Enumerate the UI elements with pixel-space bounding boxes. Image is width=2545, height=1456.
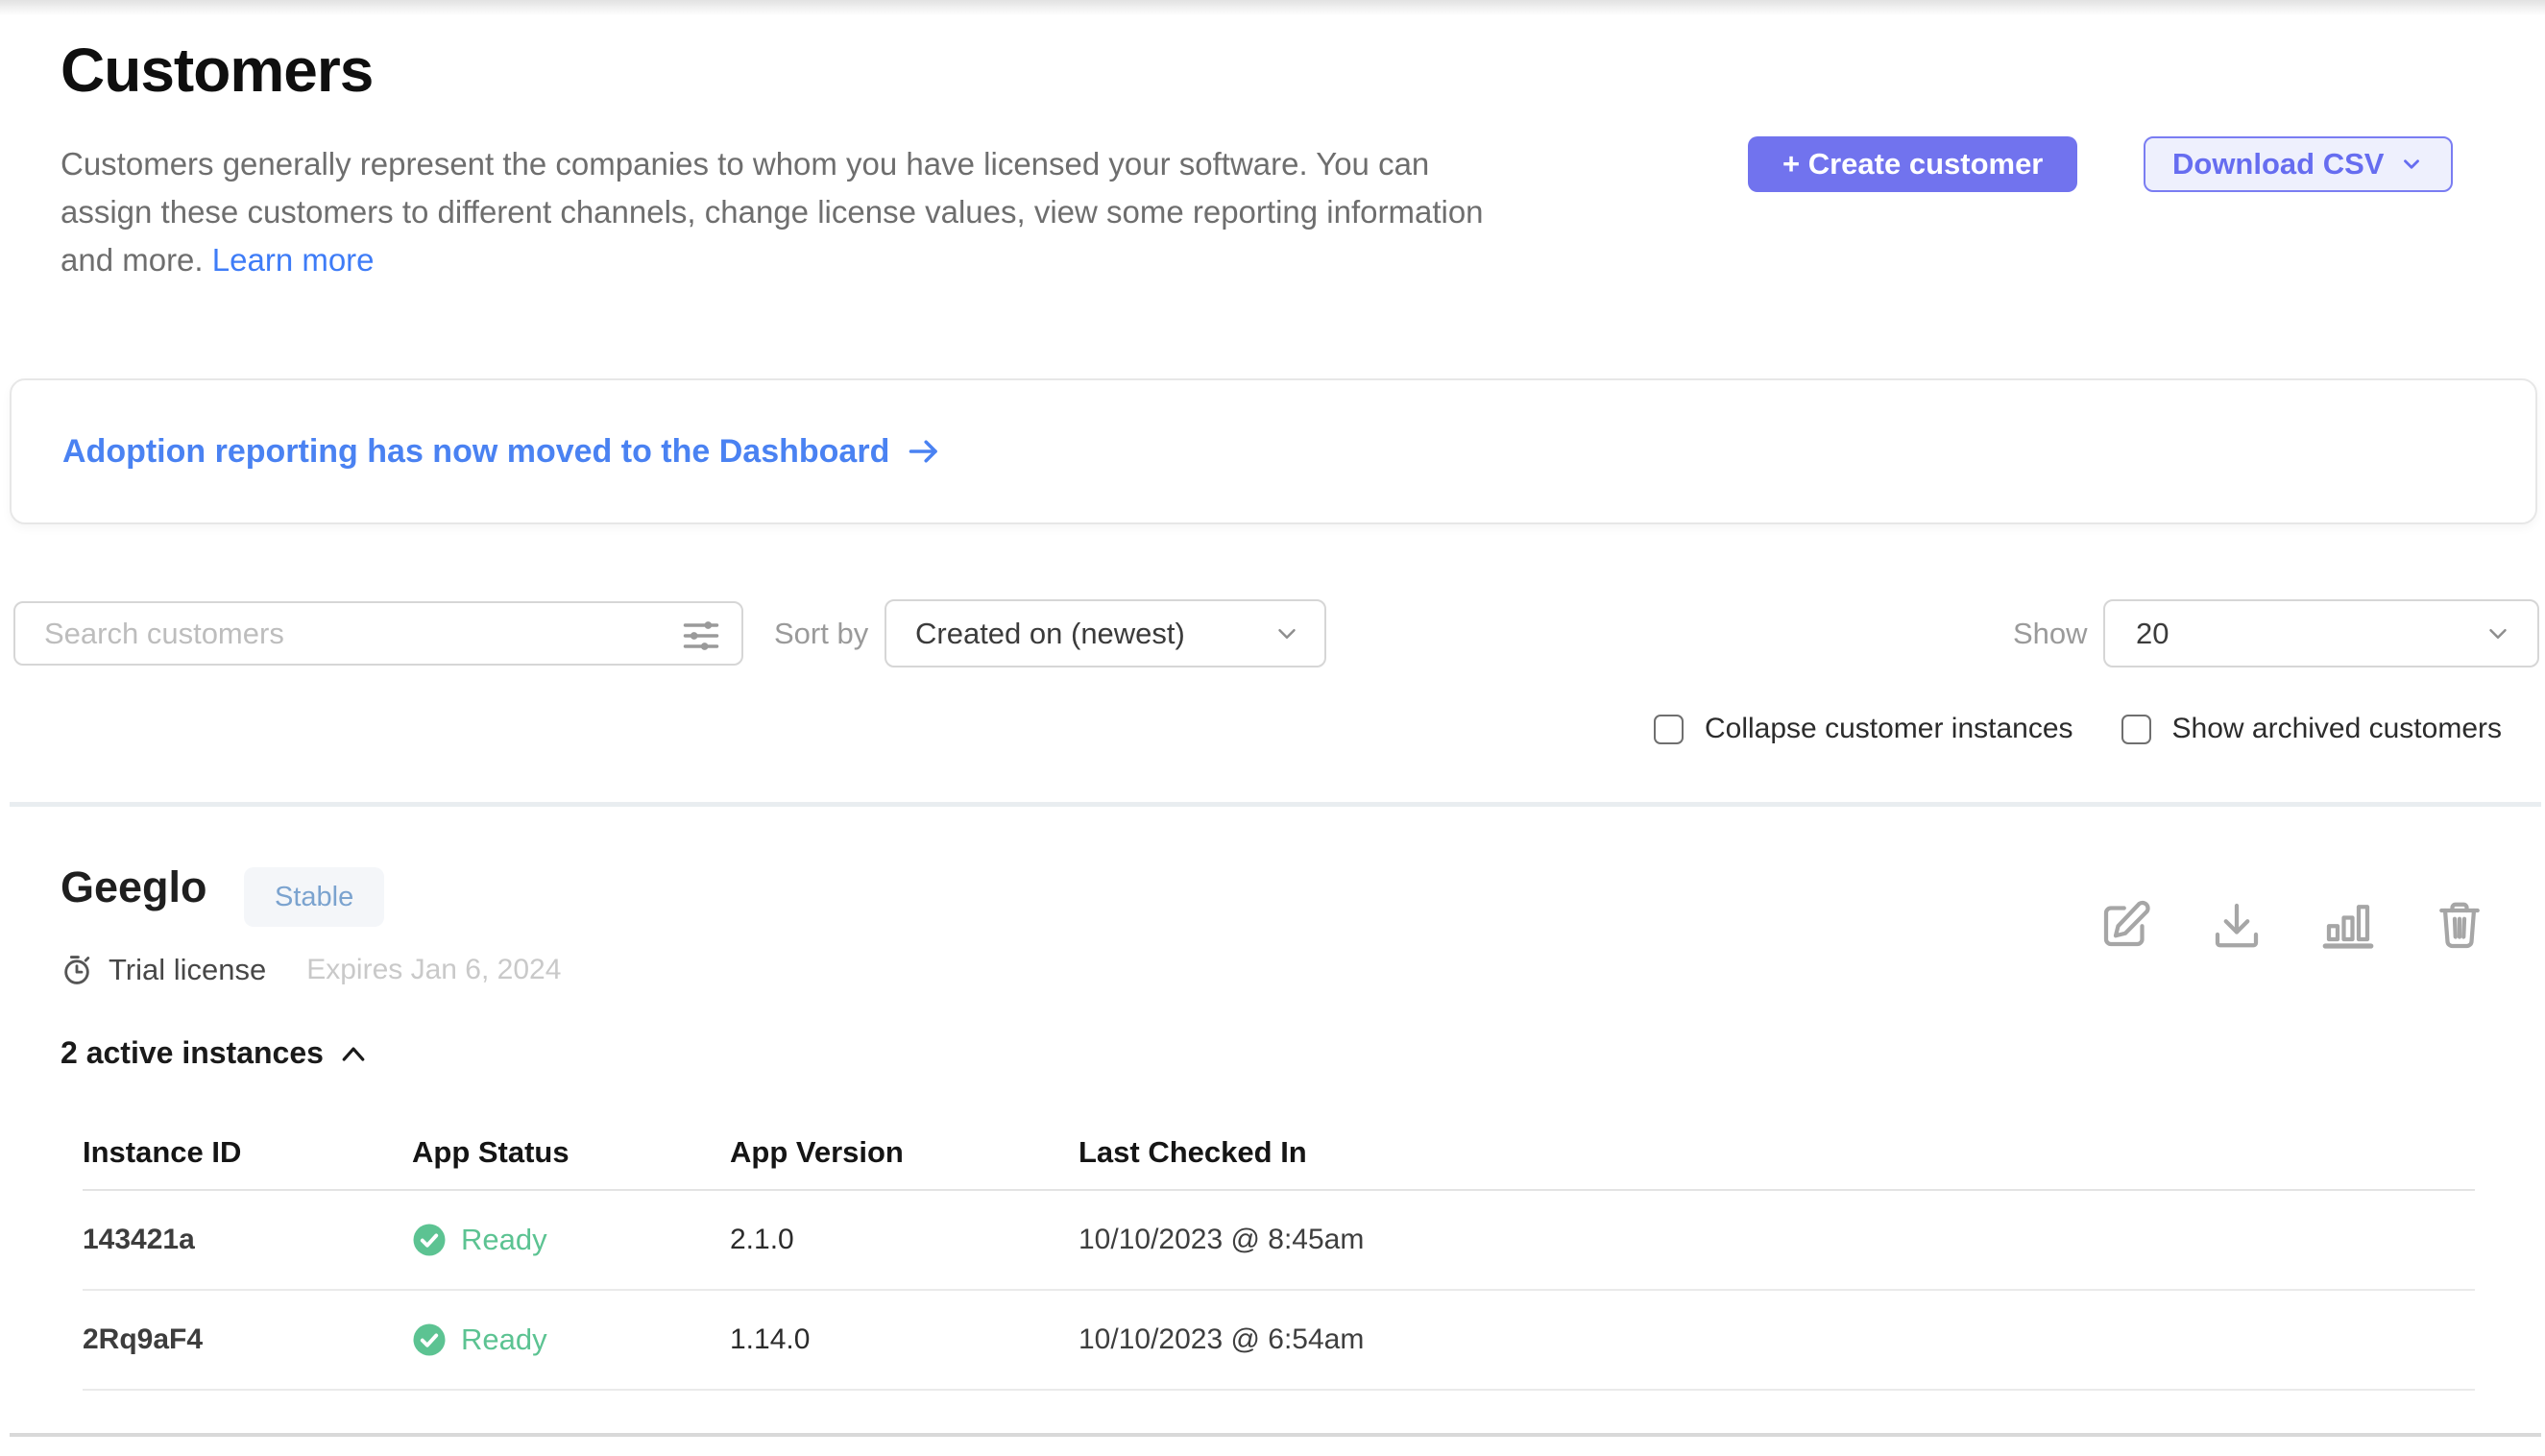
collapse-instances-label: Collapse customer instances bbox=[1705, 713, 2073, 745]
col-header-app-status: App Status bbox=[412, 1135, 730, 1170]
last-checked-in: 10/10/2023 @ 8:45am bbox=[1079, 1224, 2475, 1256]
table-header-row: Instance ID App Status App Version Last … bbox=[83, 1116, 2475, 1191]
instance-id: 143421a bbox=[83, 1224, 412, 1256]
instance-id: 2Rq9aF4 bbox=[83, 1323, 412, 1356]
show-select[interactable]: 20 bbox=[2103, 599, 2539, 667]
check-circle-icon bbox=[412, 1223, 447, 1257]
sort-by-label: Sort by bbox=[774, 601, 868, 666]
show-selected-value: 20 bbox=[2136, 617, 2169, 651]
collapse-instances-option[interactable]: Collapse customer instances bbox=[1654, 713, 2073, 745]
create-customer-label: + Create customer bbox=[1782, 147, 2043, 182]
page-title: Customers bbox=[61, 35, 373, 106]
channel-badge[interactable]: Stable bbox=[244, 867, 384, 927]
last-checked-in: 10/10/2023 @ 6:54am bbox=[1079, 1323, 2475, 1356]
chevron-down-icon bbox=[2399, 152, 2424, 177]
adoption-reporting-text: Adoption reporting has now moved to the … bbox=[62, 433, 889, 471]
app-status-text: Ready bbox=[461, 1223, 547, 1257]
section-divider bbox=[10, 802, 2541, 807]
collapse-instances-checkbox[interactable] bbox=[1654, 715, 1684, 744]
instances-toggle[interactable]: 2 active instances bbox=[61, 1035, 368, 1071]
license-row: Trial license Expires Jan 6, 2024 bbox=[61, 953, 561, 987]
arrow-right-icon bbox=[907, 434, 941, 469]
app-status-cell: Ready bbox=[412, 1323, 730, 1357]
adoption-reporting-banner: Adoption reporting has now moved to the … bbox=[10, 378, 2537, 524]
customer-separator bbox=[10, 1433, 2541, 1437]
download-csv-button[interactable]: Download CSV bbox=[2144, 136, 2453, 192]
adoption-reporting-link[interactable]: Adoption reporting has now moved to the … bbox=[62, 433, 941, 471]
edit-icon[interactable] bbox=[2097, 896, 2154, 954]
create-customer-button[interactable]: + Create customer bbox=[1748, 136, 2077, 192]
description-line-end: and more. bbox=[61, 242, 204, 278]
download-icon[interactable] bbox=[2208, 896, 2266, 954]
trash-icon[interactable] bbox=[2431, 896, 2488, 954]
sliders-filter-icon[interactable] bbox=[680, 615, 722, 657]
chevron-down-icon bbox=[1272, 619, 1301, 648]
search-customers-box bbox=[13, 601, 743, 666]
col-header-instance-id: Instance ID bbox=[83, 1135, 412, 1170]
col-header-last-checked-in: Last Checked In bbox=[1079, 1135, 2475, 1170]
col-header-app-version: App Version bbox=[730, 1135, 1079, 1170]
description-line: assign these customers to different chan… bbox=[61, 188, 1484, 236]
description-line: Customers generally represent the compan… bbox=[61, 140, 1484, 188]
bar-chart-icon[interactable] bbox=[2319, 896, 2377, 954]
check-circle-icon bbox=[412, 1323, 447, 1357]
search-customers-input[interactable] bbox=[15, 603, 741, 664]
stopwatch-icon bbox=[61, 954, 93, 986]
top-scroll-shadow bbox=[0, 0, 2545, 15]
app-status-text: Ready bbox=[461, 1323, 547, 1357]
show-archived-checkbox[interactable] bbox=[2121, 715, 2151, 744]
app-status-cell: Ready bbox=[412, 1223, 730, 1257]
sort-select[interactable]: Created on (newest) bbox=[885, 599, 1326, 667]
instances-table: Instance ID App Status App Version Last … bbox=[83, 1116, 2475, 1391]
table-row[interactable]: 143421a Ready 2.1.0 10/10/2023 @ 8:45am bbox=[83, 1191, 2475, 1291]
learn-more-link[interactable]: Learn more bbox=[212, 242, 375, 278]
download-csv-label: Download CSV bbox=[2172, 147, 2384, 182]
chevron-up-icon bbox=[339, 1043, 368, 1064]
page-description: Customers generally represent the compan… bbox=[61, 140, 1484, 284]
show-archived-option[interactable]: Show archived customers bbox=[2121, 713, 2502, 745]
customer-actions bbox=[2097, 896, 2488, 954]
license-expiration: Expires Jan 6, 2024 bbox=[306, 954, 561, 986]
app-version: 2.1.0 bbox=[730, 1224, 1079, 1256]
chevron-down-icon bbox=[2484, 619, 2512, 648]
license-type: Trial license bbox=[109, 953, 266, 987]
show-archived-label: Show archived customers bbox=[2172, 713, 2502, 745]
table-row[interactable]: 2Rq9aF4 Ready 1.14.0 10/10/2023 @ 6:54am bbox=[83, 1291, 2475, 1391]
table-options-row: Collapse customer instances Show archive… bbox=[1654, 713, 2502, 745]
app-version: 1.14.0 bbox=[730, 1323, 1079, 1356]
customer-name: Geeglo bbox=[61, 862, 207, 912]
instances-summary: 2 active instances bbox=[61, 1035, 324, 1071]
show-label: Show bbox=[2013, 601, 2088, 666]
description-line: and more. Learn more bbox=[61, 236, 1484, 284]
customers-page: Customers Customers generally represent … bbox=[0, 0, 2545, 1456]
sort-selected-value: Created on (newest) bbox=[915, 617, 1185, 651]
